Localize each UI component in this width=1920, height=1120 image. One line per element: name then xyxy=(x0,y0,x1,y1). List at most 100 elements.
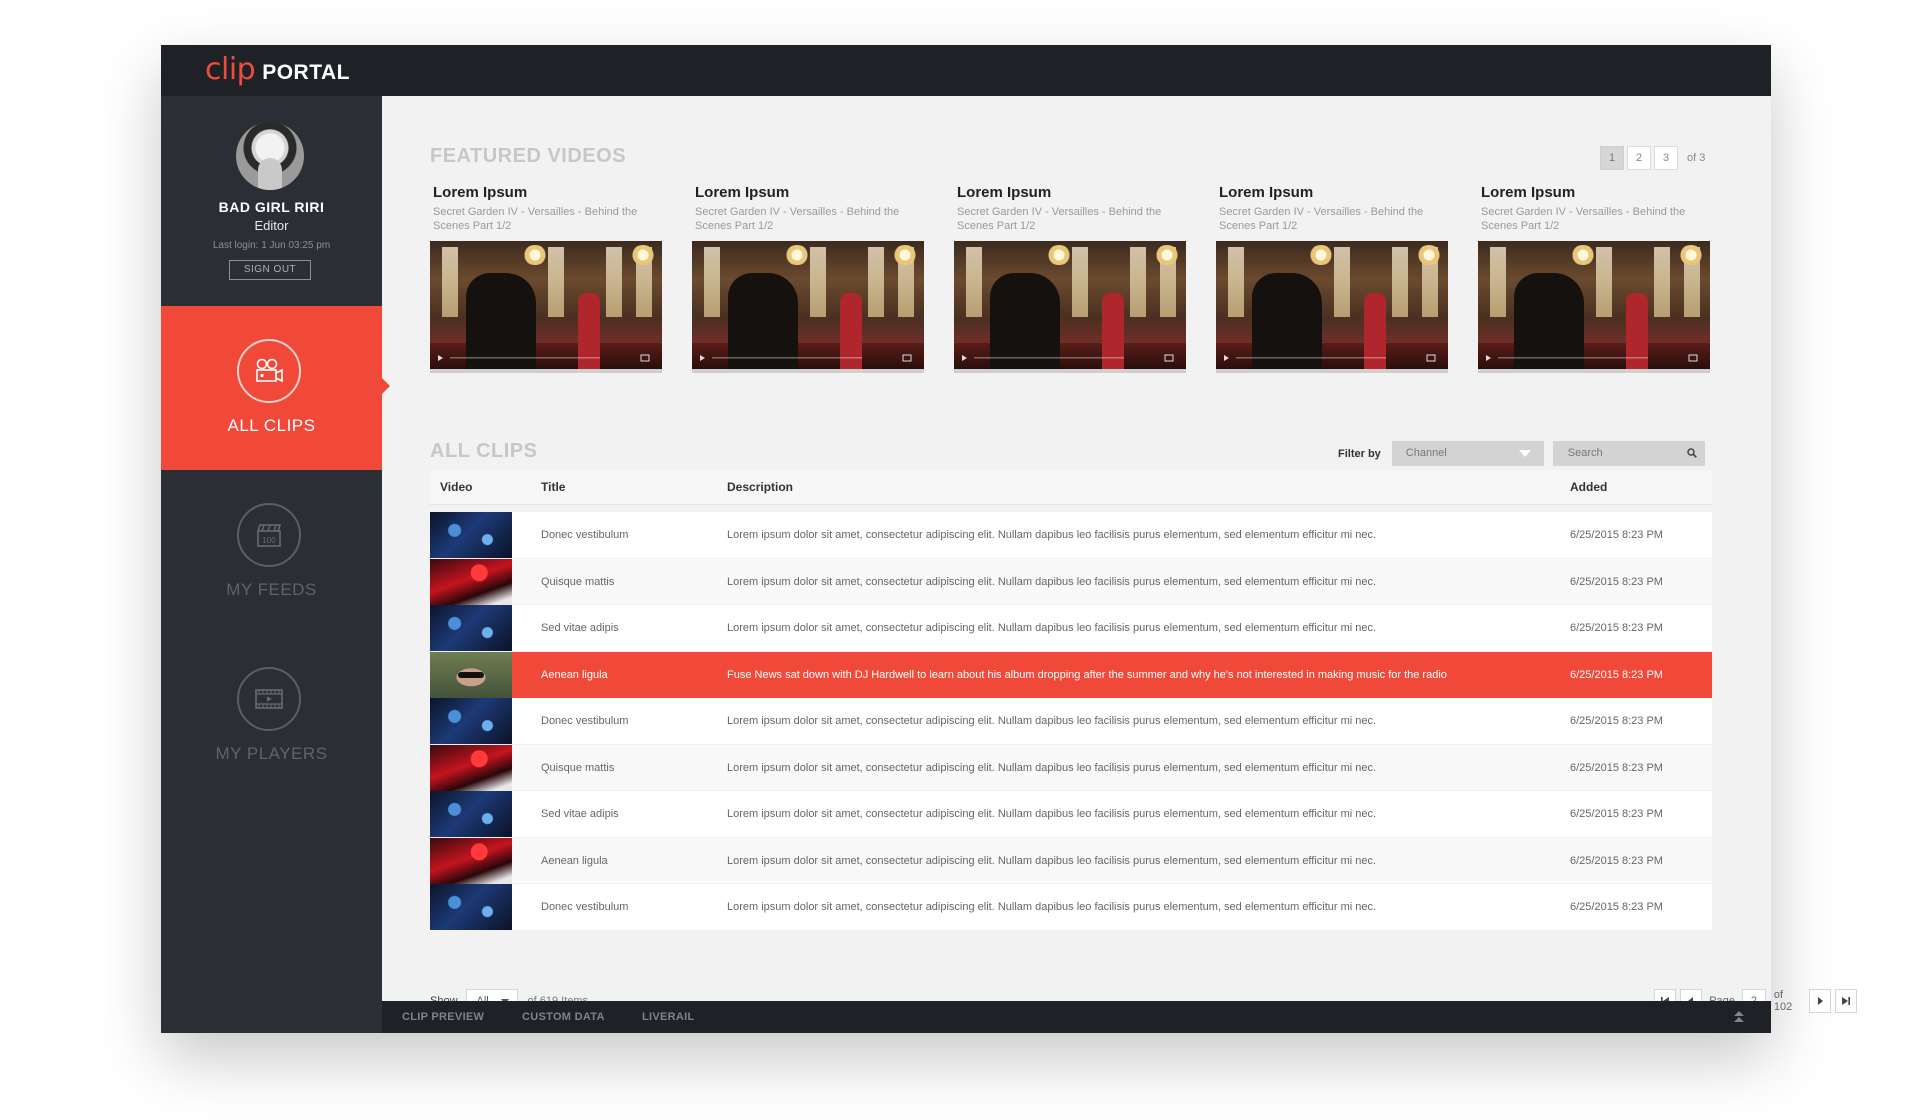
clip-thumbnail[interactable] xyxy=(430,837,512,884)
thumbnail-window xyxy=(1334,247,1350,317)
avatar[interactable] xyxy=(236,122,304,190)
clip-title: Aenean ligula xyxy=(541,668,608,681)
video-progress-bar[interactable] xyxy=(430,369,599,373)
clip-title: Donec vestibulum xyxy=(541,715,629,727)
clip-thumbnail[interactable] xyxy=(430,605,512,651)
thumbnail-window xyxy=(966,247,982,317)
page-total: of 102 xyxy=(1773,989,1793,1013)
clip-thumbnail[interactable] xyxy=(430,512,512,558)
player-controls-icon xyxy=(962,354,1174,362)
column-description[interactable]: Description xyxy=(727,480,793,494)
clip-description: Lorem ipsum dolor sit amet, consectetur … xyxy=(727,575,1377,588)
table-row[interactable]: Sed vitae adipis Lorem ipsum dolor sit am… xyxy=(430,605,1712,652)
filter-label: Filter by xyxy=(1338,447,1381,460)
clip-description: Lorem ipsum dolor sit amet, consectetur … xyxy=(727,715,1377,727)
tab-liverail[interactable]: LIVERAIL xyxy=(642,1011,695,1023)
featured-video-subtitle: Secret Garden IV - Versailles - Behind t… xyxy=(1481,206,1686,232)
logo-clip-text: clip xyxy=(205,52,256,87)
clip-description: Lorem ipsum dolor sit amet, consectetur … xyxy=(727,901,1377,913)
next-page-button[interactable] xyxy=(1808,989,1831,1013)
clip-title: Donec vestibulum xyxy=(541,529,629,541)
table-row-selected[interactable]: Aenean ligula Fuse News sat down with DJ … xyxy=(430,651,1712,698)
channel-select[interactable]: Channel xyxy=(1391,441,1544,466)
table-row[interactable]: Donec vestibulum Lorem ipsum dolor sit am… xyxy=(430,698,1712,745)
app-window: clip PORTAL BAD GIRL RIRI Editor Last lo… xyxy=(161,45,1858,1033)
main-content: FEATURED VIDEOS 1 2 3 of 3 Lorem Ipsum Se… xyxy=(382,96,1858,1013)
featured-video-card[interactable]: Lorem Ipsum Secret Garden IV - Versailles… xyxy=(954,184,1186,373)
search-icon[interactable] xyxy=(1687,448,1697,458)
thumbnail-window xyxy=(1072,247,1088,317)
clip-thumbnail[interactable] xyxy=(430,651,512,698)
table-row[interactable]: Aenean ligula Lorem ipsum dolor sit amet,… xyxy=(430,837,1712,884)
clip-thumbnail[interactable] xyxy=(430,558,512,605)
thumbnail-chandelier xyxy=(784,245,810,265)
featured-video-title: Lorem Ipsum xyxy=(695,184,790,201)
sidebar: BAD GIRL RIRI Editor Last login: 1 Jun 0… xyxy=(161,96,390,1033)
featured-page-1[interactable]: 1 xyxy=(1600,146,1624,170)
column-added[interactable]: Added xyxy=(1570,480,1607,494)
featured-video-card[interactable]: Lorem Ipsum Secret Garden IV - Versailles… xyxy=(1478,184,1710,373)
clip-description: Lorem ipsum dolor sit amet, consectetur … xyxy=(727,761,1377,774)
clip-added-date: 6/25/2015 8:23 PM xyxy=(1570,854,1663,867)
tab-custom-data[interactable]: CUSTOM DATA xyxy=(522,1011,605,1023)
clip-added-date: 6/25/2015 8:23 PM xyxy=(1570,715,1663,727)
thumbnail-window xyxy=(606,247,622,317)
clip-description: Lorem ipsum dolor sit amet, consectetur … xyxy=(727,808,1377,820)
nav-label-all-clips: ALL CLIPS xyxy=(227,416,316,435)
thumbnail-window xyxy=(810,247,826,317)
nav-item-my-players[interactable]: MY PLAYERS xyxy=(161,634,382,798)
featured-video-subtitle: Secret Garden IV - Versailles - Behind t… xyxy=(1219,206,1424,232)
featured-page-2[interactable]: 2 xyxy=(1627,146,1651,170)
featured-video-subtitle: Secret Garden IV - Versailles - Behind t… xyxy=(695,206,900,232)
featured-video-thumbnail[interactable] xyxy=(1478,241,1710,373)
thumbnail-window xyxy=(548,247,564,317)
all-clips-title: ALL CLIPS xyxy=(430,440,538,462)
tab-clip-preview[interactable]: CLIP PREVIEW xyxy=(402,1011,484,1023)
featured-video-title: Lorem Ipsum xyxy=(1219,184,1314,201)
logo[interactable]: clip PORTAL xyxy=(205,55,350,85)
table-row[interactable]: Donec vestibulum Lorem ipsum dolor sit am… xyxy=(430,884,1712,931)
table-row[interactable]: Sed vitae adipis Lorem ipsum dolor sit am… xyxy=(430,791,1712,838)
clip-description: Lorem ipsum dolor sit amet, consectetur … xyxy=(727,529,1377,541)
table-row[interactable]: Donec vestibulum Lorem ipsum dolor sit am… xyxy=(430,512,1712,559)
logo-portal-text: PORTAL xyxy=(262,61,350,84)
table-row[interactable]: Quisque mattis Lorem ipsum dolor sit amet… xyxy=(430,558,1712,605)
featured-video-card[interactable]: Lorem Ipsum Secret Garden IV - Versailles… xyxy=(430,184,662,373)
thumbnail-window xyxy=(704,247,720,317)
clapperboard-icon: 100 xyxy=(237,503,301,567)
sign-out-button[interactable]: SIGN OUT xyxy=(229,260,311,280)
column-title[interactable]: Title xyxy=(541,480,565,494)
search-input[interactable]: Search xyxy=(1552,441,1705,466)
thumbnail-chandelier xyxy=(522,245,548,265)
featured-video-thumbnail[interactable] xyxy=(954,241,1186,373)
filter-bar: Filter by Channel Search xyxy=(1338,441,1705,466)
featured-video-subtitle: Secret Garden IV - Versailles - Behind t… xyxy=(957,206,1162,232)
last-page-icon xyxy=(1841,997,1850,1005)
clip-thumbnail[interactable] xyxy=(430,698,512,744)
thumbnail-window xyxy=(1654,247,1670,317)
featured-video-title: Lorem Ipsum xyxy=(1481,184,1576,201)
double-chevron-up-icon[interactable] xyxy=(1733,1010,1745,1024)
last-login: Last login: 1 Jun 03:25 pm xyxy=(212,240,331,251)
featured-video-thumbnail[interactable] xyxy=(1216,241,1448,373)
nav-item-all-clips[interactable]: ALL CLIPS xyxy=(161,306,390,470)
profile-panel: BAD GIRL RIRI Editor Last login: 1 Jun 0… xyxy=(161,96,382,306)
nav-label-my-players: MY PLAYERS xyxy=(215,744,328,763)
nav-label-my-feeds: MY FEEDS xyxy=(226,580,317,599)
featured-video-thumbnail[interactable] xyxy=(430,241,662,373)
thumbnail-chandelier xyxy=(630,245,656,265)
nav-item-my-feeds[interactable]: 100 MY FEEDS xyxy=(161,470,382,634)
featured-video-card[interactable]: Lorem Ipsum Secret Garden IV - Versailles… xyxy=(1216,184,1448,373)
featured-page-3[interactable]: 3 xyxy=(1654,146,1678,170)
thumbnail-window xyxy=(1490,247,1506,317)
clip-thumbnail[interactable] xyxy=(430,884,512,930)
featured-video-thumbnail[interactable] xyxy=(692,241,924,373)
clip-thumbnail[interactable] xyxy=(430,791,512,837)
column-video[interactable]: Video xyxy=(440,480,472,494)
table-row[interactable]: Quisque mattis Lorem ipsum dolor sit amet… xyxy=(430,744,1712,791)
last-page-button[interactable] xyxy=(1834,989,1858,1013)
clip-thumbnail[interactable] xyxy=(430,744,512,791)
camera-icon xyxy=(237,339,301,403)
featured-video-card[interactable]: Lorem Ipsum Secret Garden IV - Versailles… xyxy=(692,184,924,373)
thumbnail-chandelier xyxy=(1154,245,1180,265)
